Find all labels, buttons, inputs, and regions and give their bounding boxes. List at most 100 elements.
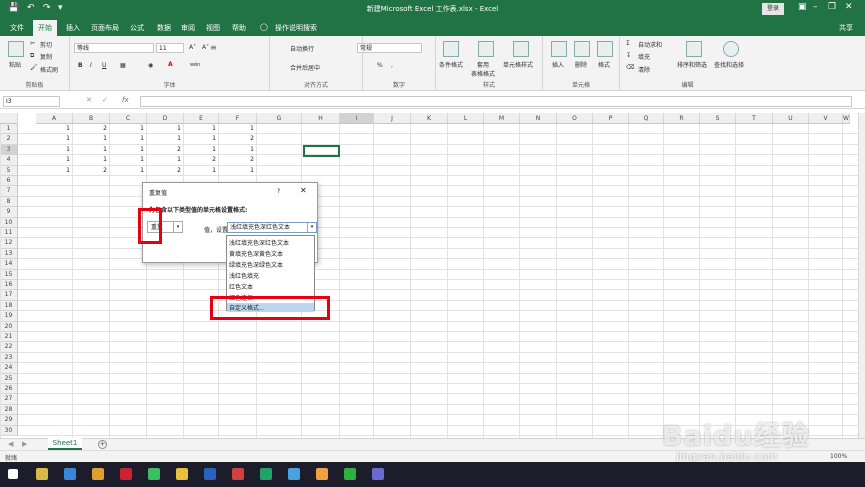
cell-f3[interactable]: 1: [219, 145, 257, 155]
close-icon[interactable]: ✕: [845, 2, 853, 12]
cell-d3[interactable]: 2: [147, 145, 184, 155]
taskbar-app-icon[interactable]: [36, 468, 48, 480]
row-header-1[interactable]: 1: [0, 124, 18, 135]
cell-a3[interactable]: 1: [36, 145, 73, 155]
cell-f4[interactable]: 2: [219, 155, 257, 165]
cell-b2[interactable]: 1: [73, 134, 110, 144]
column-header-v[interactable]: V: [809, 113, 843, 124]
grow-font-icon[interactable]: A˄: [189, 44, 196, 51]
cell-f5[interactable]: 1: [219, 166, 257, 176]
column-header-q[interactable]: Q: [629, 113, 664, 124]
taskbar-app-icon[interactable]: [344, 468, 356, 480]
cut-button[interactable]: 剪切: [40, 40, 52, 49]
paste-button[interactable]: 粘贴: [9, 60, 21, 69]
cell-a4[interactable]: 1: [36, 155, 73, 165]
cell-a1[interactable]: 1: [36, 124, 73, 134]
row-header-28[interactable]: 28: [0, 404, 18, 416]
cell-e4[interactable]: 2: [184, 155, 219, 165]
cell-e3[interactable]: 1: [184, 145, 219, 155]
cell-c1[interactable]: 1: [110, 124, 147, 134]
formula-input[interactable]: [140, 96, 852, 107]
cancel-icon[interactable]: ✕: [86, 96, 92, 104]
cell-c3[interactable]: 1: [110, 145, 147, 155]
font-size-dropdown[interactable]: 11: [156, 43, 184, 53]
tab-view[interactable]: 视图: [206, 23, 220, 33]
taskbar-app-icon[interactable]: [64, 468, 76, 480]
fill-button[interactable]: 填充: [638, 52, 650, 61]
row-header-8[interactable]: 8: [0, 196, 18, 208]
column-header-u[interactable]: U: [773, 113, 809, 124]
tab-page-layout[interactable]: 页面布局: [91, 23, 119, 33]
row-header-23[interactable]: 23: [0, 352, 18, 364]
tab-file[interactable]: 文件: [10, 23, 24, 33]
find-select-button[interactable]: 查找和选择: [714, 60, 744, 69]
insert-cells-icon[interactable]: [551, 41, 567, 57]
font-name-dropdown[interactable]: 等线: [74, 43, 154, 53]
cell-c5[interactable]: 1: [110, 166, 147, 176]
share-button[interactable]: 共享: [839, 23, 853, 33]
format-as-table-icon[interactable]: [478, 41, 494, 57]
column-header-h[interactable]: H: [302, 113, 340, 124]
column-header-d[interactable]: D: [147, 113, 184, 124]
row-header-4[interactable]: 4: [0, 155, 18, 166]
format-style-select[interactable]: 浅红填充色深红色文本 ▾: [227, 222, 317, 233]
delete-cells-icon[interactable]: [574, 41, 590, 57]
start-icon[interactable]: [8, 469, 18, 479]
bold-button[interactable]: B: [78, 62, 83, 69]
next-sheet-icon[interactable]: ▶: [22, 440, 27, 448]
select-all-corner[interactable]: [0, 113, 18, 124]
align-top-icon[interactable]: ≡: [210, 43, 217, 52]
cell-c4[interactable]: 1: [110, 155, 147, 165]
row-header-18[interactable]: 18: [0, 300, 18, 312]
comma-button[interactable]: ,: [391, 62, 393, 69]
tab-insert[interactable]: 插入: [66, 23, 80, 33]
taskbar-app-icon[interactable]: [316, 468, 328, 480]
minimize-icon[interactable]: –: [813, 2, 818, 12]
row-header-21[interactable]: 21: [0, 332, 18, 343]
taskbar-app-icon[interactable]: [372, 468, 384, 480]
cell-a5[interactable]: 1: [36, 166, 73, 176]
taskbar-app-icon[interactable]: [232, 468, 244, 480]
cell-styles-button[interactable]: 单元格样式: [503, 60, 533, 69]
column-header-m[interactable]: M: [484, 113, 520, 124]
cell-a2[interactable]: 1: [36, 134, 73, 144]
tab-review[interactable]: 审阅: [181, 23, 195, 33]
column-header-t[interactable]: T: [736, 113, 773, 124]
clear-button[interactable]: 清除: [638, 65, 650, 74]
row-header-20[interactable]: 20: [0, 321, 18, 332]
insert-function-icon[interactable]: fx: [122, 96, 129, 104]
cell-d4[interactable]: 1: [147, 155, 184, 165]
format-as-table-button[interactable]: 套用 表格格式: [471, 60, 495, 78]
prev-sheet-icon[interactable]: ◀: [8, 440, 13, 448]
help-button[interactable]: ?: [277, 188, 280, 195]
row-header-14[interactable]: 14: [0, 259, 18, 270]
column-header-r[interactable]: R: [664, 113, 700, 124]
clear-icon[interactable]: ⌫: [626, 64, 634, 71]
conditional-format-button[interactable]: 条件格式: [439, 60, 463, 69]
cell-styles-icon[interactable]: [513, 41, 529, 57]
column-header-f[interactable]: F: [219, 113, 257, 124]
row-header-13[interactable]: 13: [0, 248, 18, 260]
taskbar-app-icon[interactable]: [176, 468, 188, 480]
tab-help[interactable]: 帮助: [232, 23, 246, 33]
row-header-2[interactable]: 2: [0, 134, 18, 145]
format-option[interactable]: 浅红色填充: [229, 271, 259, 280]
column-header-c[interactable]: C: [110, 113, 147, 124]
vertical-scrollbar[interactable]: [858, 113, 865, 438]
chevron-down-icon[interactable]: ▾: [307, 223, 316, 232]
format-painter-button[interactable]: 格式刷: [40, 65, 58, 74]
row-header-3[interactable]: 3: [0, 144, 18, 156]
login-button[interactable]: 登录: [762, 3, 784, 15]
column-header-b[interactable]: B: [73, 113, 110, 124]
column-header-i[interactable]: I: [340, 113, 374, 124]
taskbar-app-icon[interactable]: [92, 468, 104, 480]
cell-f1[interactable]: 1: [219, 124, 257, 134]
merge-center-button[interactable]: 合并后居中: [290, 63, 320, 72]
row-header-30[interactable]: 30: [0, 425, 18, 436]
cell-b5[interactable]: 2: [73, 166, 110, 176]
copy-icon[interactable]: ⧉: [30, 52, 34, 60]
add-sheet-icon[interactable]: +: [98, 440, 107, 449]
autosum-button[interactable]: 自动求和: [638, 40, 662, 49]
taskbar-app-icon[interactable]: [120, 468, 132, 480]
column-header-g[interactable]: G: [257, 113, 302, 124]
